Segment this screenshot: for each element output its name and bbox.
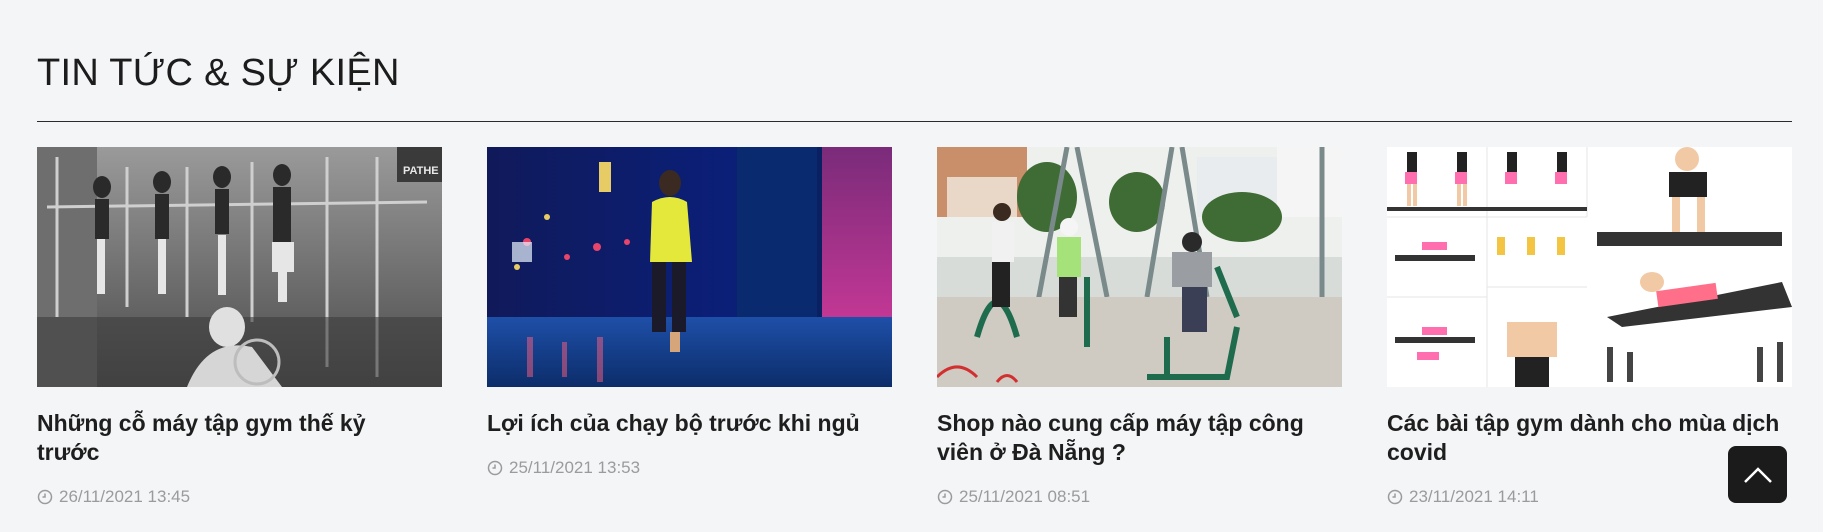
article-date: 25/11/2021 13:53 — [487, 458, 892, 478]
article-title[interactable]: Các bài tập gym dành cho mùa dịch covid — [1387, 409, 1782, 467]
article-date: 26/11/2021 13:45 — [37, 487, 442, 507]
article-date-text: 26/11/2021 13:45 — [59, 487, 191, 506]
outdoor-gym-photo — [937, 147, 1342, 387]
back-to-top-button[interactable] — [1728, 446, 1787, 503]
article-card[interactable]: Lợi ích của chạy bộ trước khi ngủ 25/11/… — [487, 147, 892, 507]
article-thumbnail[interactable]: PATHE — [37, 147, 442, 387]
photo-watermark: PATHE — [403, 165, 439, 177]
clock-icon — [1387, 489, 1403, 505]
article-list: PATHE Những cỗ máy tập gym thế kỷ trước … — [37, 147, 1792, 507]
article-date-text: 23/11/2021 14:11 — [1409, 487, 1539, 506]
article-date: 25/11/2021 08:51 — [937, 487, 1342, 507]
clock-icon — [937, 489, 953, 505]
clock-icon — [487, 460, 503, 476]
article-thumbnail[interactable] — [937, 147, 1342, 387]
vintage-gym-photo: PATHE — [37, 147, 442, 387]
article-card[interactable]: PATHE Những cỗ máy tập gym thế kỷ trước … — [37, 147, 442, 507]
article-thumbnail[interactable] — [1387, 147, 1792, 387]
exercise-grid-photo — [1387, 147, 1792, 387]
night-runner-photo — [487, 147, 892, 387]
article-title[interactable]: Những cỗ máy tập gym thế kỷ trước — [37, 409, 432, 467]
article-date-text: 25/11/2021 13:53 — [509, 458, 641, 477]
article-thumbnail[interactable] — [487, 147, 892, 387]
section-title: TIN TỨC & SỰ KIỆN — [37, 52, 400, 94]
clock-icon — [37, 489, 53, 505]
chevron-up-icon — [1743, 466, 1772, 483]
article-title[interactable]: Shop nào cung cấp máy tập công viên ở Đà… — [937, 409, 1332, 467]
article-date-text: 25/11/2021 08:51 — [959, 487, 1091, 506]
article-card[interactable]: Shop nào cung cấp máy tập công viên ở Đà… — [937, 147, 1342, 507]
article-title[interactable]: Lợi ích của chạy bộ trước khi ngủ — [487, 409, 882, 438]
title-divider — [37, 121, 1792, 122]
news-events-section: TIN TỨC & SỰ KIỆN PATHE Những cỗ máy tập… — [0, 0, 1823, 532]
